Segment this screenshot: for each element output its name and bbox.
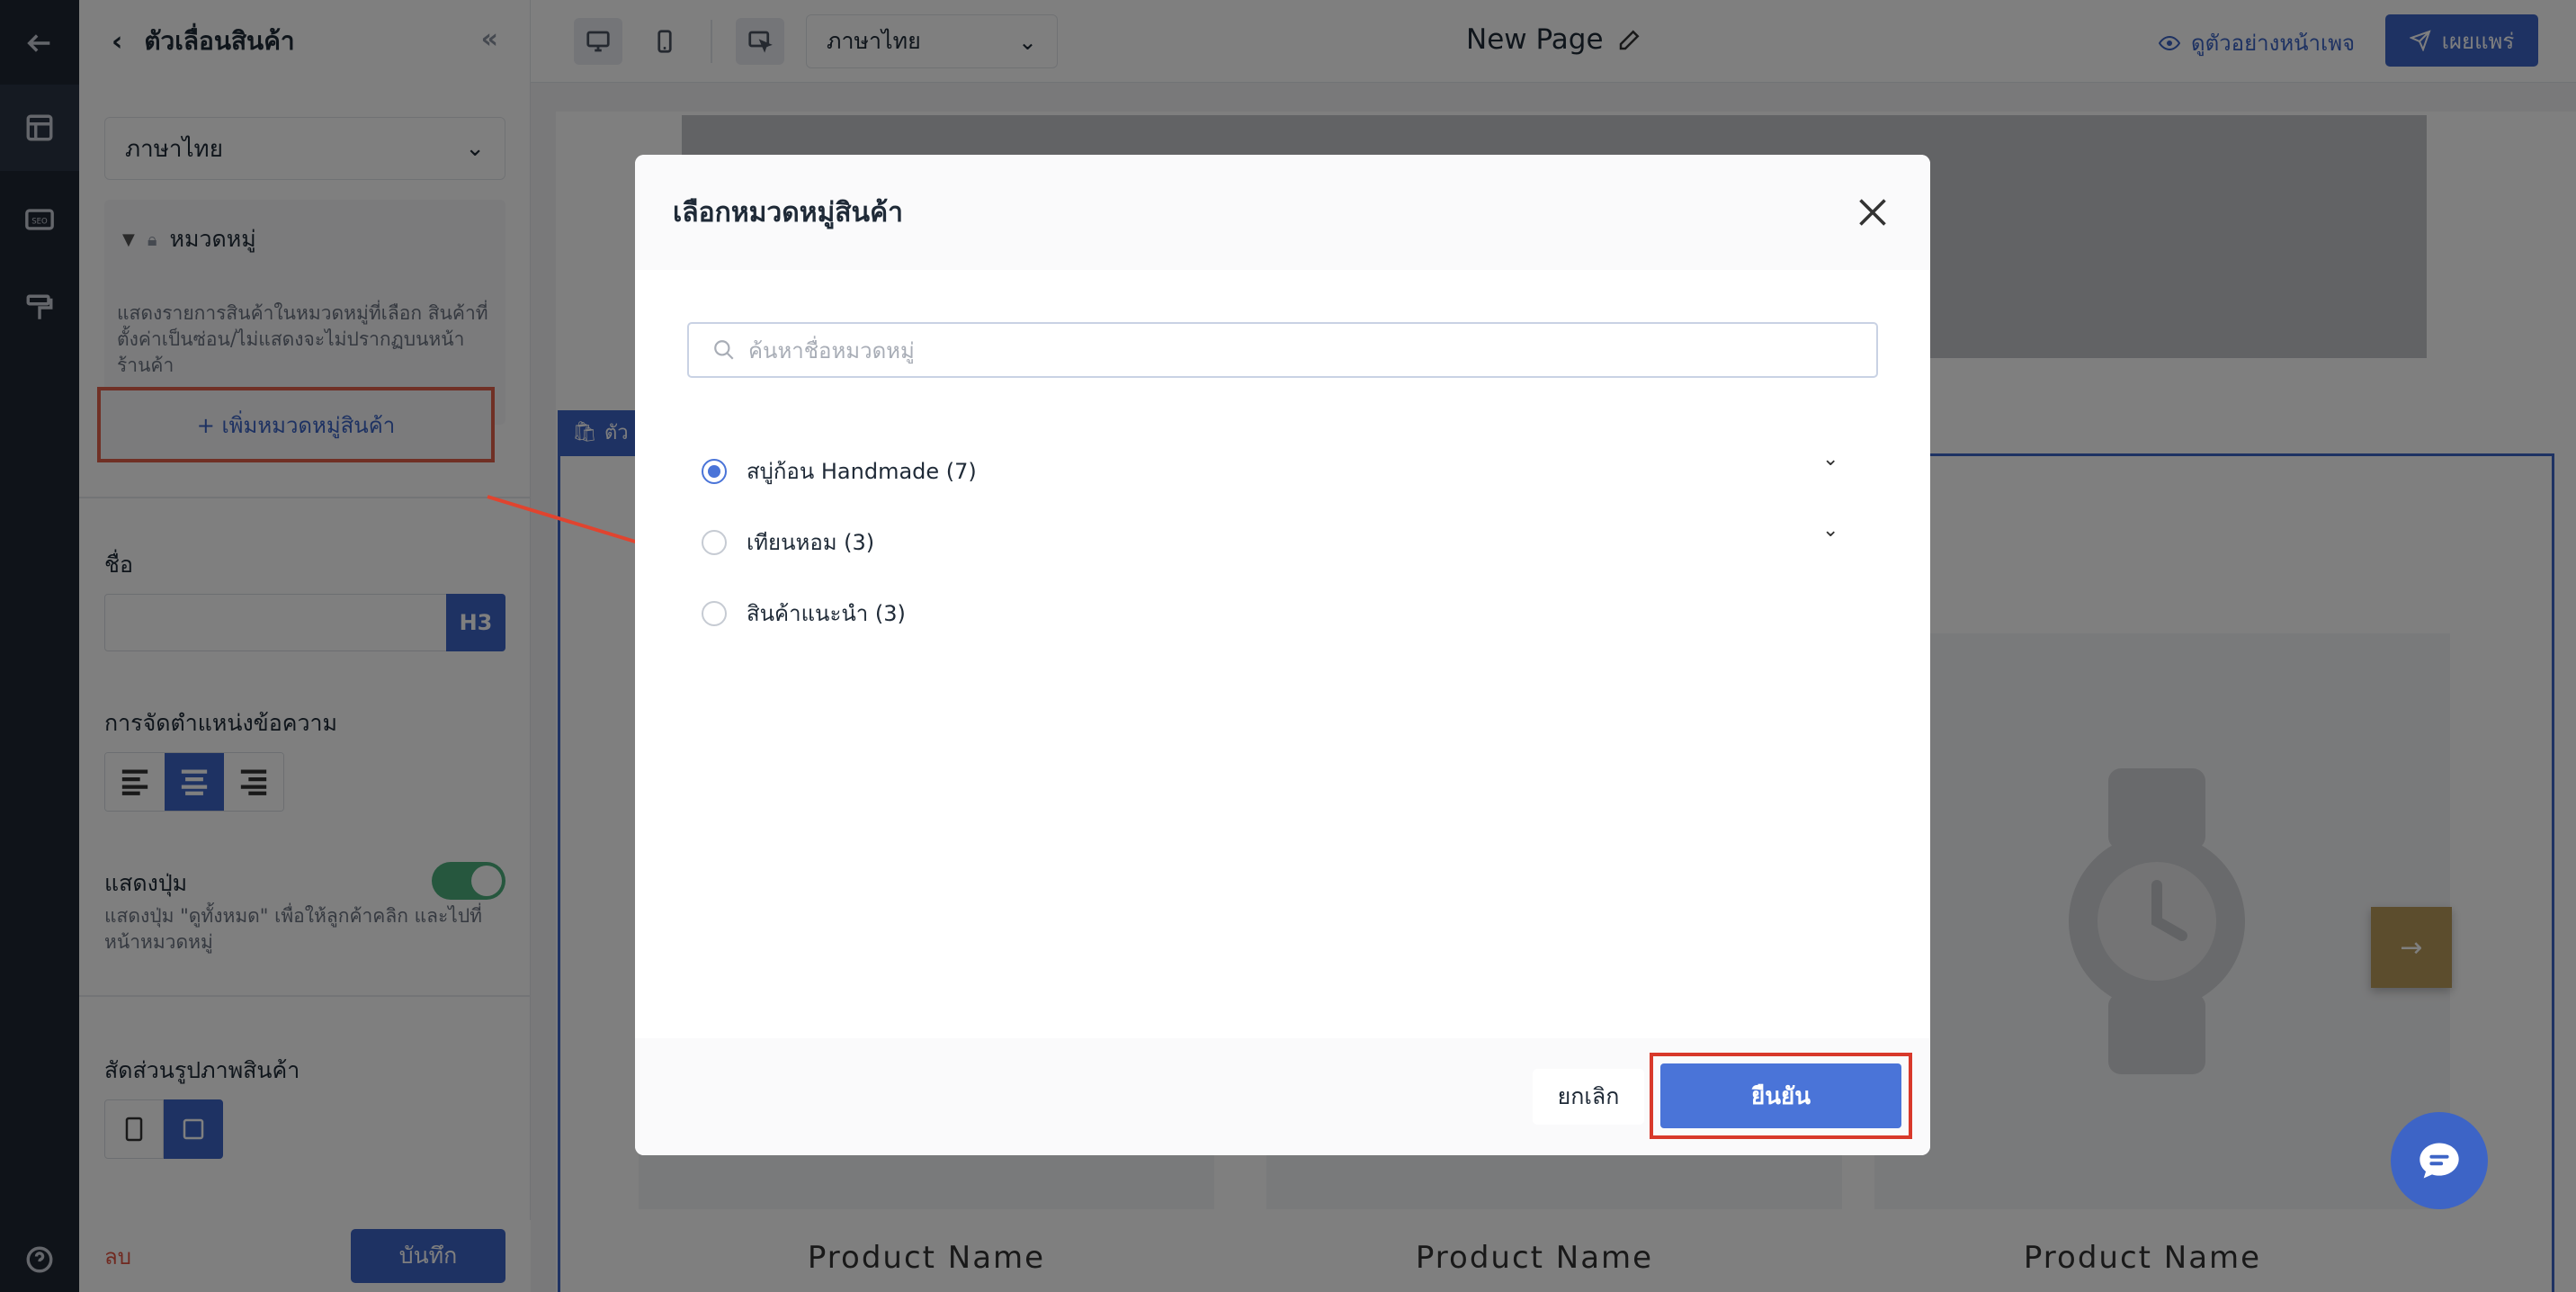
- modal-footer: ยกเลิก ยืนยัน: [635, 1038, 1930, 1155]
- chevron-down-icon[interactable]: ⌄: [1822, 519, 1838, 542]
- search-placeholder: ค้นหาชื่อหมวดหมู่: [748, 337, 915, 363]
- category-search-input[interactable]: ค้นหาชื่อหมวดหมู่: [687, 322, 1878, 378]
- radio-selected[interactable]: [702, 458, 727, 484]
- confirm-button[interactable]: ยืนยัน: [1660, 1063, 1901, 1128]
- radio-unselected[interactable]: [702, 600, 727, 626]
- category-option[interactable]: สบู่ก้อน Handmade (7): [702, 453, 977, 489]
- category-picker-modal: เลือกหมวดหมู่สินค้า ค้นหาชื่อหมวดหมู่ สบ…: [635, 155, 1930, 1155]
- confirm-highlight-box: ยืนยัน: [1650, 1053, 1912, 1139]
- category-option[interactable]: เทียนหอม (3): [702, 525, 874, 560]
- category-option-label: สบู่ก้อน Handmade (7): [747, 459, 977, 484]
- category-option[interactable]: สินค้าแนะนำ (3): [702, 596, 906, 631]
- cancel-button[interactable]: ยกเลิก: [1533, 1069, 1644, 1125]
- chat-button[interactable]: [2391, 1112, 2488, 1209]
- chat-bubble-icon: [2419, 1143, 2459, 1179]
- radio-unselected[interactable]: [702, 529, 727, 555]
- modal-header: เลือกหมวดหมู่สินค้า: [635, 155, 1930, 270]
- search-icon: [714, 340, 734, 360]
- category-option-label: เทียนหอม (3): [747, 530, 875, 555]
- chevron-down-icon[interactable]: ⌄: [1822, 448, 1838, 471]
- close-icon[interactable]: [1856, 196, 1889, 229]
- category-option-label: สินค้าแนะนำ (3): [747, 601, 906, 626]
- modal-title: เลือกหมวดหมู่สินค้า: [673, 196, 903, 229]
